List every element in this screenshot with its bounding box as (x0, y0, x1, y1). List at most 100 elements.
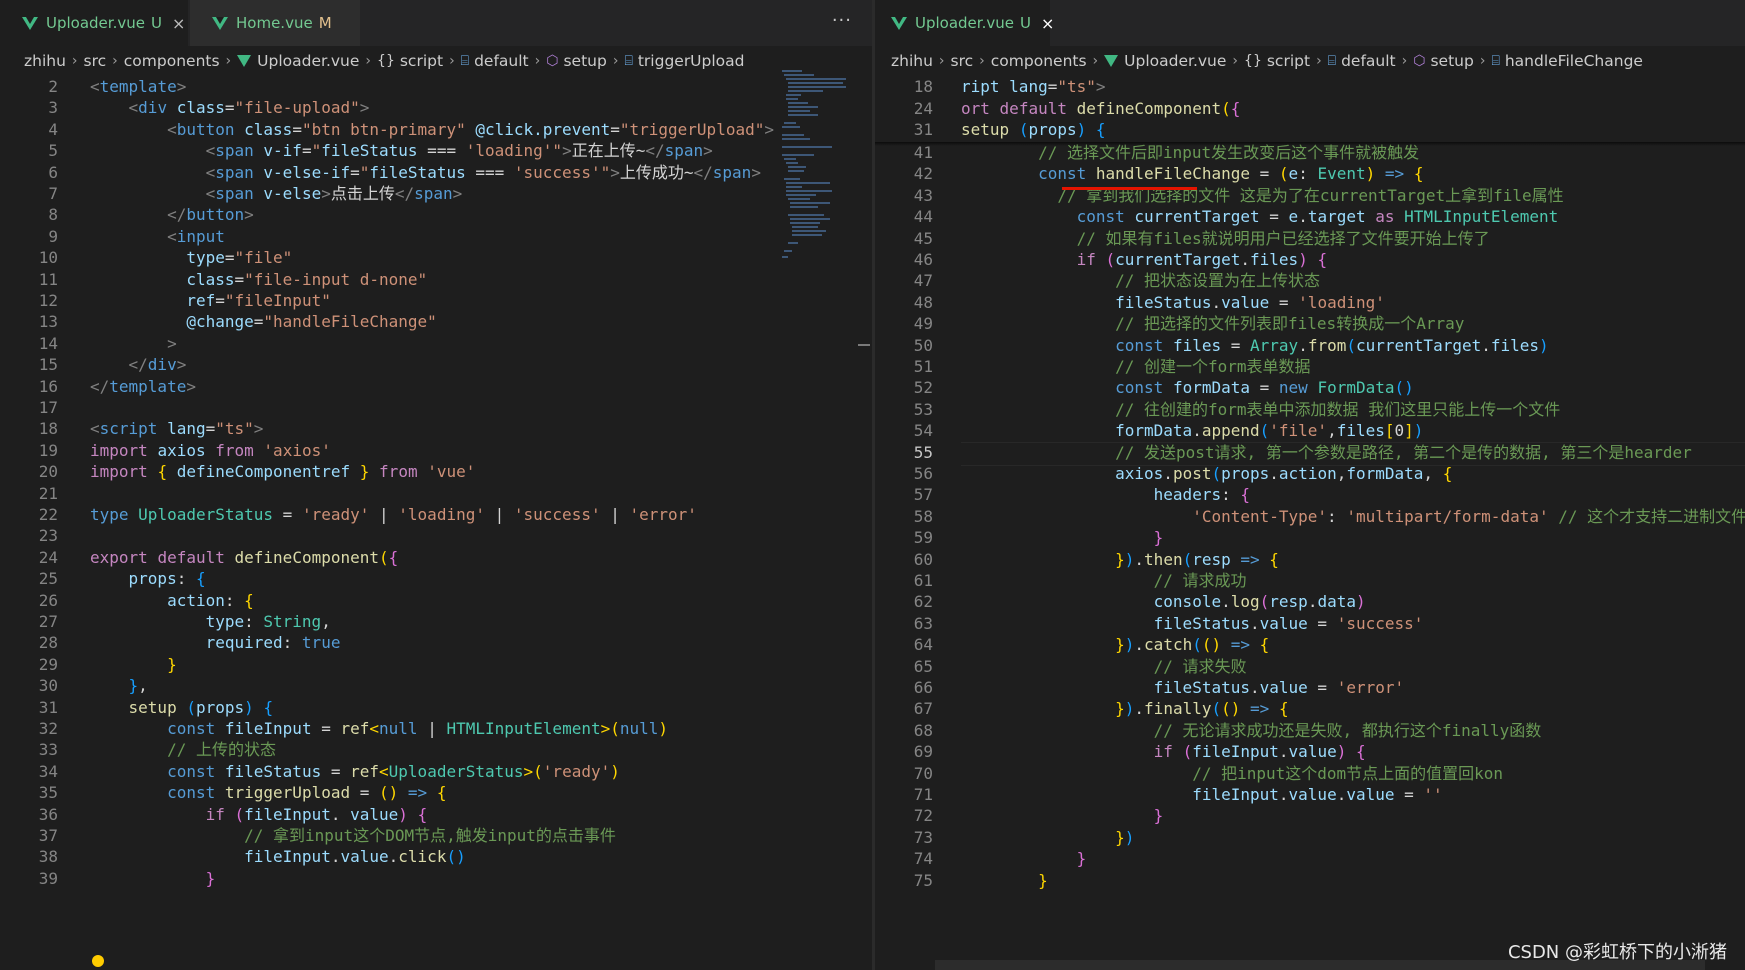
code-line[interactable]: 55 // 发送post请求, 第一个参数是路径, 第二个是传的数据, 第三个是… (875, 442, 1745, 464)
breadcrumb-item[interactable]: {} script (377, 52, 443, 70)
tab-uploader-vue[interactable]: Uploader.vue U × (0, 0, 188, 46)
code-line[interactable]: 39 } (0, 868, 872, 890)
breadcrumb-item[interactable]: {} script (1244, 52, 1310, 70)
code-line[interactable]: 58 'Content-Type': 'multipart/form-data'… (875, 506, 1745, 528)
code-line[interactable]: 18 ript lang="ts"> (875, 76, 1745, 98)
code-line[interactable]: 69 if (fileInput.value) { (875, 741, 1745, 763)
code-line[interactable]: 19 import axios from 'axios' (0, 440, 872, 462)
code-line[interactable]: 43 // 拿到我们选择的文件 这是为了在currentTarget上拿到fil… (875, 185, 1745, 207)
code-line[interactable]: 5 <span v-if="fileStatus === 'loading'">… (0, 140, 872, 162)
lightbulb-icon[interactable] (92, 955, 104, 967)
code-line[interactable]: 7 <span v-else>点击上传</span> (0, 183, 872, 205)
code-line[interactable]: 20 import { defineComponentref } from 'vu… (0, 461, 872, 483)
code-line[interactable]: 60 }).then(resp => { (875, 549, 1745, 571)
breadcrumb-item[interactable]: Uploader.vue (1104, 52, 1226, 70)
code-line[interactable]: 75 } (875, 870, 1745, 892)
code-line[interactable]: 8 </button> (0, 204, 872, 226)
breadcrumb-item[interactable]: components (124, 52, 220, 70)
code-line[interactable]: 46 if (currentTarget.files) { (875, 249, 1745, 271)
sticky-scroll-header[interactable]: 18 ript lang="ts"> 24 ort default defineCom… (875, 76, 1745, 142)
code-line[interactable]: 51 // 创建一个form表单数据 (875, 356, 1745, 378)
code-line[interactable]: 12 ref="fileInput" (0, 290, 872, 312)
code-line[interactable]: 22 type UploaderStatus = 'ready' | 'loadi… (0, 504, 872, 526)
code-line[interactable]: 26 action: { (0, 590, 872, 612)
code-line[interactable]: 27 type: String, (0, 611, 872, 633)
code-line[interactable]: 31 setup (props) { (0, 697, 872, 719)
breadcrumb-item[interactable]: components (991, 52, 1087, 70)
tab-home-vue[interactable]: Home.vue M (190, 0, 360, 46)
breadcrumb-item[interactable]: ⌸ handleFileChange (1491, 52, 1643, 70)
code-line[interactable]: 21 (0, 483, 872, 505)
code-line[interactable]: 17 (0, 397, 872, 419)
code-line[interactable]: 32 const fileInput = ref<null | HTMLInpu… (0, 718, 872, 740)
code-line[interactable]: 67 }).finally(() => { (875, 698, 1745, 720)
code-line[interactable]: 15 </div> (0, 354, 872, 376)
code-line[interactable]: 42 const handleFileChange = (e: Event) =… (875, 163, 1745, 185)
code-line[interactable]: 3 <div class="file-upload"> (0, 97, 872, 119)
code-line[interactable]: 38 fileInput.value.click() (0, 846, 872, 868)
tab-uploader-vue[interactable]: Uploader.vue U × (875, 0, 1054, 46)
code-line[interactable]: 52 const formData = new FormData() (875, 377, 1745, 399)
code-line[interactable]: 50 const files = Array.from(currentTarge… (875, 335, 1745, 357)
breadcrumb-item[interactable]: zhihu (24, 52, 66, 70)
code-line[interactable]: 54 formData.append('file',files[0]) (875, 420, 1745, 442)
code-line[interactable]: 28 required: true (0, 632, 872, 654)
code-line[interactable]: 73 }) (875, 827, 1745, 849)
close-icon[interactable]: × (172, 14, 185, 33)
code-line[interactable]: 30 }, (0, 675, 872, 697)
breadcrumb-item[interactable]: src (84, 52, 107, 70)
code-line[interactable]: 2 <template> (0, 76, 872, 98)
code-line[interactable]: 9 <input (0, 226, 872, 248)
breadcrumb-item[interactable]: Uploader.vue (237, 52, 359, 70)
code-line[interactable]: 57 headers: { (875, 484, 1745, 506)
close-icon[interactable]: × (1041, 14, 1054, 33)
code-line[interactable]: 13 @change="handleFileChange" (0, 311, 872, 333)
code-line[interactable]: 47 // 把状态设置为在上传状态 (875, 270, 1745, 292)
code-line[interactable]: 23 (0, 525, 872, 547)
code-line[interactable]: 6 <span v-else-if="fileStatus === 'succe… (0, 162, 872, 184)
code-line[interactable]: 37 // 拿到input这个DOM节点,触发input的点击事件 (0, 825, 872, 847)
code-line[interactable]: 64 }).catch(() => { (875, 634, 1745, 656)
breadcrumb-item[interactable]: ⬡ setup (1413, 52, 1474, 70)
code-line[interactable]: 71 fileInput.value.value = '' (875, 784, 1745, 806)
code-line[interactable]: 70 // 把input这个dom节点上面的值置回kon (875, 763, 1745, 785)
code-line[interactable]: 35 const triggerUpload = () => { (0, 782, 872, 804)
code-line[interactable]: 56 axios.post(props.action,formData, { (875, 463, 1745, 485)
code-line[interactable]: 65 // 请求失败 (875, 656, 1745, 678)
minimap[interactable] (780, 70, 860, 260)
code-line[interactable]: 4 <button class="btn btn-primary" @click… (0, 119, 872, 141)
code-line[interactable]: 36 if (fileInput. value) { (0, 804, 872, 826)
code-line[interactable]: 24 export default defineComponent({ (0, 547, 872, 569)
breadcrumb-item[interactable]: ⌸ default (1328, 52, 1396, 70)
code-line[interactable]: 25 props: { (0, 568, 872, 590)
code-line[interactable]: 34 const fileStatus = ref<UploaderStatus… (0, 761, 872, 783)
code-line[interactable]: 33 // 上传的状态 (0, 739, 872, 761)
code-line[interactable]: 44 const currentTarget = e.target as HTM… (875, 206, 1745, 228)
more-actions-icon[interactable]: ··· (832, 10, 852, 31)
code-line[interactable]: 74 } (875, 848, 1745, 870)
code-line[interactable]: 29 } (0, 654, 872, 676)
code-line[interactable]: 11 class="file-input d-none" (0, 269, 872, 291)
breadcrumb-item[interactable]: src (951, 52, 974, 70)
code-line[interactable]: 62 console.log(resp.data) (875, 591, 1745, 613)
code-line[interactable]: 14 > (0, 333, 872, 355)
breadcrumb-item[interactable]: zhihu (891, 52, 933, 70)
breadcrumb-item[interactable]: ⬡ setup (546, 52, 607, 70)
code-line[interactable]: 31 setup (props) { (875, 119, 1745, 141)
breadcrumb-item[interactable]: ⌸ triggerUpload (624, 52, 744, 70)
code-line[interactable]: 53 // 往创建的form表单中添加数据 我们这里只能上传一个文件 (875, 399, 1745, 421)
code-line[interactable]: 10 type="file" (0, 247, 872, 269)
code-line[interactable]: 61 // 请求成功 (875, 570, 1745, 592)
code-line[interactable]: 16 </template> (0, 376, 872, 398)
code-line[interactable]: 72 } (875, 805, 1745, 827)
code-line[interactable]: 49 // 把选择的文件列表即files转换成一个Array (875, 313, 1745, 335)
code-line[interactable]: 63 fileStatus.value = 'success' (875, 613, 1745, 635)
code-line[interactable]: 68 // 无论请求成功还是失败, 都执行这个finally函数 (875, 720, 1745, 742)
code-line[interactable]: 66 fileStatus.value = 'error' (875, 677, 1745, 699)
code-line[interactable]: 24 ort default defineComponent({ (875, 98, 1745, 120)
code-line[interactable]: 18 <script lang="ts"> (0, 418, 872, 440)
code-line[interactable]: 45 // 如果有files就说明用户已经选择了文件要开始上传了 (875, 228, 1745, 250)
breadcrumb-item[interactable]: ⌸ default (461, 52, 529, 70)
code-line[interactable]: 48 fileStatus.value = 'loading' (875, 292, 1745, 314)
code-line[interactable]: 59 } (875, 527, 1745, 549)
